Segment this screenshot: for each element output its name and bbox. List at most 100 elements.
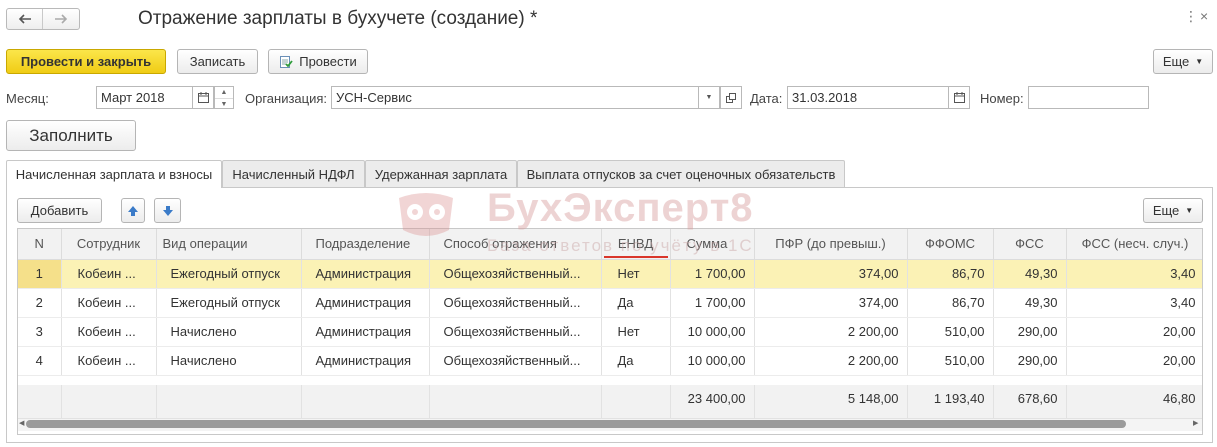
column-header-employee[interactable]: Сотрудник [61, 229, 157, 260]
column-header-envd[interactable]: ЕНВД [601, 229, 671, 260]
column-header-reflection[interactable]: Способ отражения [429, 229, 602, 260]
more-button[interactable]: Еще ▼ [1153, 49, 1213, 74]
column-header-n[interactable]: N [18, 229, 62, 260]
cell-department[interactable]: Администрация [301, 346, 430, 376]
close-icon[interactable]: × [1200, 8, 1208, 24]
tab-accrued-ndfl[interactable]: Начисленный НДФЛ [222, 160, 365, 187]
stepper-down-icon[interactable]: ▼ [215, 98, 233, 109]
cell-fss[interactable]: 49,30 [993, 259, 1067, 289]
organization-open-button[interactable] [720, 86, 742, 109]
month-stepper[interactable]: ▲ ▼ [214, 86, 234, 109]
cell-envd[interactable]: Нет [601, 317, 671, 347]
table-row[interactable]: 1 Кобеин ... Ежегодный отпуск Администра… [18, 259, 1202, 289]
date-label: Дата: [750, 91, 783, 106]
save-button[interactable]: Записать [177, 49, 258, 74]
date-field[interactable]: 31.03.2018 [787, 86, 949, 109]
cell-pfr[interactable]: 2 200,00 [754, 317, 908, 347]
cell-envd[interactable]: Да [601, 288, 671, 318]
cell-fss-accident[interactable]: 20,00 [1066, 317, 1202, 347]
forward-button[interactable] [43, 9, 79, 29]
cell-employee[interactable]: Кобеин ... [61, 317, 157, 347]
cell-operation[interactable]: Ежегодный отпуск [156, 259, 302, 289]
column-header-department[interactable]: Подразделение [301, 229, 430, 260]
window-title: Отражение зарплаты в бухучете (создание)… [138, 8, 538, 29]
cell-operation[interactable]: Начислено [156, 317, 302, 347]
cell-n[interactable]: 1 [18, 259, 62, 289]
cell-ffoms[interactable]: 86,70 [907, 259, 994, 289]
cell-envd[interactable]: Нет [601, 259, 671, 289]
post-and-close-button[interactable]: Провести и закрыть [6, 49, 166, 74]
move-down-button[interactable] [154, 198, 181, 223]
column-header-envd-label: ЕНВД [617, 236, 654, 252]
cell-amount[interactable]: 1 700,00 [670, 259, 755, 289]
cell-ffoms[interactable]: 86,70 [907, 288, 994, 318]
cell-employee[interactable]: Кобеин ... [61, 288, 157, 318]
cell-fss[interactable]: 290,00 [993, 346, 1067, 376]
post-button[interactable]: Провести [268, 49, 368, 74]
cell-amount[interactable]: 1 700,00 [670, 288, 755, 318]
cell-ffoms[interactable]: 510,00 [907, 317, 994, 347]
month-field[interactable]: Март 2018 [96, 86, 193, 109]
cell-pfr[interactable]: 374,00 [754, 259, 908, 289]
cell-reflection[interactable]: Общехозяйственный... [429, 346, 602, 376]
arrow-up-icon [128, 205, 138, 216]
organization-dropdown-button[interactable]: ▼ [698, 86, 720, 109]
post-button-label: Провести [299, 54, 357, 69]
tab-accrued-salary[interactable]: Начисленная зарплата и взносы [6, 160, 222, 188]
cell-reflection[interactable]: Общехозяйственный... [429, 259, 602, 289]
cell-department[interactable]: Администрация [301, 259, 430, 289]
cell-operation[interactable]: Ежегодный отпуск [156, 288, 302, 318]
column-header-operation[interactable]: Вид операции [156, 229, 302, 260]
cell-fss-accident[interactable]: 3,40 [1066, 259, 1202, 289]
date-calendar-button[interactable] [948, 86, 970, 109]
column-header-fss[interactable]: ФСС [993, 229, 1067, 260]
add-button[interactable]: Добавить [17, 198, 102, 223]
table-row[interactable]: 4 Кобеин ... Начислено Администрация Общ… [18, 346, 1202, 376]
column-header-pfr[interactable]: ПФР (до превыш.) [754, 229, 908, 260]
column-header-fss-accident[interactable]: ФСС (несч. случ.) [1066, 229, 1202, 260]
table-more-button[interactable]: Еще ▼ [1143, 198, 1203, 223]
cell-employee[interactable]: Кобеин ... [61, 346, 157, 376]
fill-button[interactable]: Заполнить [6, 120, 136, 151]
more-actions-icon[interactable]: ⋮ [1184, 8, 1199, 25]
table-row[interactable]: 2 Кобеин ... Ежегодный отпуск Администра… [18, 288, 1202, 318]
cell-fss[interactable]: 49,30 [993, 288, 1067, 318]
cell-operation[interactable]: Начислено [156, 346, 302, 376]
arrow-right-icon [55, 14, 68, 24]
column-header-amount[interactable]: Сумма [670, 229, 755, 260]
cell-fss[interactable]: 290,00 [993, 317, 1067, 347]
stepper-up-icon[interactable]: ▲ [215, 87, 233, 98]
back-button[interactable] [7, 9, 43, 29]
nav-buttons [6, 8, 80, 30]
scrollbar-left-icon[interactable]: ◀ [19, 419, 24, 427]
tab-withheld-salary[interactable]: Удержанная зарплата [365, 160, 517, 187]
post-document-icon [280, 55, 293, 68]
cell-envd[interactable]: Да [601, 346, 671, 376]
cell-ffoms[interactable]: 510,00 [907, 346, 994, 376]
cell-amount[interactable]: 10 000,00 [670, 346, 755, 376]
number-label: Номер: [980, 91, 1024, 106]
tab-vacation-payment[interactable]: Выплата отпусков за счет оценочных обяза… [517, 160, 845, 187]
cell-employee[interactable]: Кобеин ... [61, 259, 157, 289]
cell-n[interactable]: 2 [18, 288, 62, 318]
month-calendar-button[interactable] [192, 86, 214, 109]
organization-field[interactable]: УСН-Сервис [331, 86, 699, 109]
horizontal-scrollbar-thumb[interactable] [26, 420, 1126, 428]
cell-amount[interactable]: 10 000,00 [670, 317, 755, 347]
cell-department[interactable]: Администрация [301, 317, 430, 347]
column-header-ffoms[interactable]: ФФОМС [907, 229, 994, 260]
scrollbar-right-icon[interactable]: ▶ [1193, 419, 1198, 427]
cell-pfr[interactable]: 2 200,00 [754, 346, 908, 376]
move-up-button[interactable] [121, 198, 145, 223]
cell-pfr[interactable]: 374,00 [754, 288, 908, 318]
cell-n[interactable]: 4 [18, 346, 62, 376]
table-row[interactable]: 3 Кобеин ... Начислено Администрация Общ… [18, 317, 1202, 347]
cell-department[interactable]: Администрация [301, 288, 430, 318]
cell-fss-accident[interactable]: 20,00 [1066, 346, 1202, 376]
cell-n[interactable]: 3 [18, 317, 62, 347]
cell-fss-accident[interactable]: 3,40 [1066, 288, 1202, 318]
cell-reflection[interactable]: Общехозяйственный... [429, 288, 602, 318]
number-field[interactable] [1028, 86, 1149, 109]
table-more-label: Еще [1152, 203, 1180, 218]
cell-reflection[interactable]: Общехозяйственный... [429, 317, 602, 347]
